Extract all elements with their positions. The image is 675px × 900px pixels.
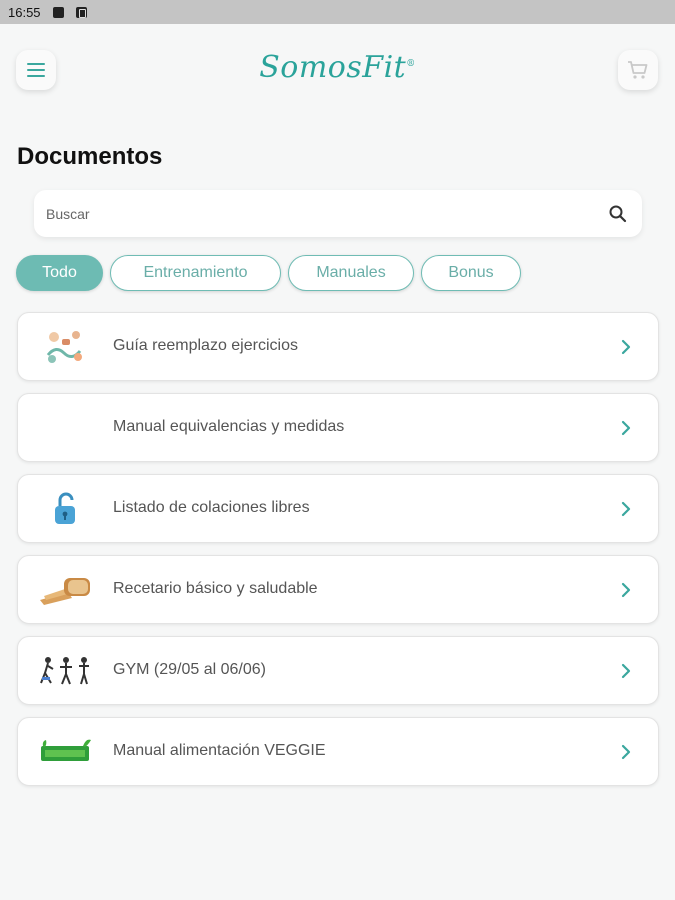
document-title: Listado de colaciones libres: [113, 499, 310, 516]
document-title: Manual equivalencias y medidas: [113, 418, 345, 435]
document-item[interactable]: Manual equivalencias y medidas: [17, 393, 659, 462]
search-bar: [34, 190, 642, 237]
gym-figures-thumb: [38, 649, 94, 693]
veggie-banner-thumb: [38, 730, 94, 774]
document-title: Guía reemplazo ejercicios: [113, 337, 298, 354]
brand-logo-text: SomosFit: [259, 50, 407, 85]
document-item[interactable]: Manual alimentación VEGGIE: [17, 717, 659, 786]
search-icon[interactable]: [608, 204, 628, 224]
chevron-right-icon: [621, 663, 631, 679]
chevron-right-icon: [621, 339, 631, 355]
filter-chip-bonus[interactable]: Bonus: [421, 255, 521, 291]
filter-chip-label: Entrenamiento: [143, 264, 248, 281]
chevron-right-icon: [621, 582, 631, 598]
bread-thumb: [38, 568, 94, 612]
document-item[interactable]: Guía reemplazo ejercicios: [17, 312, 659, 381]
filter-chip-label: Bonus: [448, 264, 494, 281]
search-input[interactable]: [46, 202, 586, 226]
image-notification-icon: [52, 6, 64, 18]
document-title: Recetario básico y saludable: [113, 580, 318, 597]
filter-chip-label: Manuales: [316, 264, 386, 281]
brand-logo: SomosFit®: [0, 50, 675, 85]
document-item[interactable]: Recetario básico y saludable: [17, 555, 659, 624]
padlock-thumb: [38, 487, 94, 531]
document-title: Manual alimentación VEGGIE: [113, 742, 326, 759]
filter-chip-todo[interactable]: Todo: [16, 255, 103, 291]
chevron-right-icon: [621, 420, 631, 436]
status-time: 16:55: [8, 4, 41, 20]
page-title: Documentos: [17, 143, 163, 170]
document-title: GYM (29/05 al 06/06): [113, 661, 266, 678]
chevron-right-icon: [621, 744, 631, 760]
document-item[interactable]: Listado de colaciones libres: [17, 474, 659, 543]
cart-icon: [628, 61, 648, 79]
app-notification-icon: [75, 6, 87, 18]
chevron-right-icon: [621, 501, 631, 517]
filter-chip-entrenamiento[interactable]: Entrenamiento: [110, 255, 281, 291]
filter-chip-label: Todo: [42, 264, 77, 281]
brand-logo-mark: ®: [406, 59, 416, 69]
status-bar: 16:55: [0, 0, 675, 24]
filter-chip-manuales[interactable]: Manuales: [288, 255, 414, 291]
document-item[interactable]: GYM (29/05 al 06/06): [17, 636, 659, 705]
exercise-illustration-thumb: [38, 325, 94, 369]
document-thumb-empty: [38, 406, 94, 450]
app-header: SomosFit®: [0, 24, 675, 116]
filter-chips: Todo Entrenamiento Manuales Bonus: [16, 255, 521, 291]
cart-button[interactable]: [618, 50, 658, 90]
